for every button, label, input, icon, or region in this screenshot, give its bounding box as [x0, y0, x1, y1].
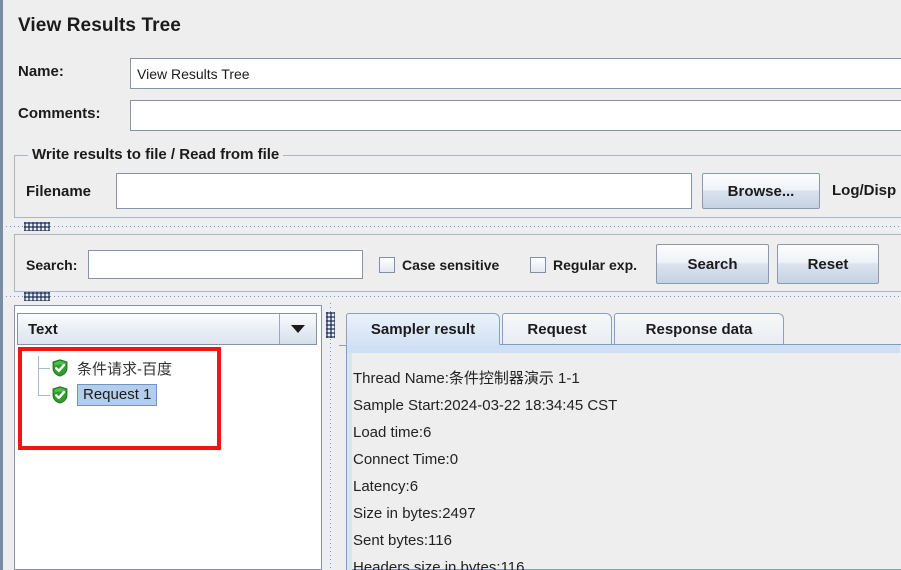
renderer-select[interactable]: Text: [17, 313, 317, 345]
name-input[interactable]: View Results Tree: [130, 58, 901, 89]
result-line: Latency:6: [353, 478, 419, 495]
result-line: Sample Start:2024-03-22 18:34:45 CST: [353, 397, 618, 414]
view-results-tree-panel: View Results Tree Name: View Results Tre…: [0, 0, 901, 570]
filename-label: Filename: [26, 183, 92, 200]
case-sensitive-checkbox[interactable]: Case sensitive: [379, 257, 499, 273]
regular-exp-label: Regular exp.: [553, 257, 638, 273]
tree-node-label-selected: Request 1: [77, 384, 158, 406]
split-divider-top[interactable]: [6, 222, 901, 231]
browse-button[interactable]: Browse...: [702, 173, 820, 209]
tab-response-data[interactable]: Response data: [614, 313, 784, 345]
comments-input[interactable]: [130, 100, 901, 131]
reset-button[interactable]: Reset: [777, 244, 879, 284]
result-line: Connect Time:0: [353, 451, 459, 468]
success-shield-icon: [50, 358, 70, 378]
split-divider-top-grip-icon[interactable]: [24, 222, 50, 231]
search-button[interactable]: Search: [656, 244, 769, 284]
window-left-border: [0, 0, 3, 570]
sampler-results-panel: Sampler result Request Response data Thr…: [339, 305, 901, 570]
sampler-result-content: Thread Name:条件控制器演示 1-1 Sample Start:202…: [353, 365, 893, 570]
tab-sampler-result[interactable]: Sampler result: [346, 313, 500, 345]
tree-connector-line: [38, 356, 50, 369]
case-sensitive-label: Case sensitive: [402, 257, 500, 273]
results-tab-strip: Sampler result Request Response data: [339, 313, 901, 346]
split-divider-middle[interactable]: [6, 292, 901, 301]
tree-node-row[interactable]: Request 1: [50, 382, 158, 408]
split-divider-vertical-grip-icon[interactable]: [326, 312, 335, 338]
search-input[interactable]: [88, 250, 363, 279]
split-divider-middle-grip-icon[interactable]: [24, 292, 50, 301]
name-input-value: View Results Tree: [137, 65, 250, 82]
name-label: Name:: [18, 63, 64, 80]
results-left-stripe: [347, 353, 352, 570]
success-shield-icon: [50, 385, 70, 405]
search-label: Search:: [26, 257, 78, 273]
result-line: Headers size in bytes:116: [353, 559, 525, 570]
filename-input[interactable]: [116, 173, 692, 209]
result-line: Sent bytes:116: [353, 532, 452, 549]
tree-node-row[interactable]: 条件请求-百度: [50, 355, 172, 381]
result-line: Thread Name:条件控制器演示 1-1: [353, 370, 580, 387]
tab-request[interactable]: Request: [502, 313, 612, 345]
chevron-down-icon[interactable]: [279, 314, 316, 344]
split-divider-vertical[interactable]: [326, 303, 335, 570]
write-results-group-title: Write results to file / Read from file: [28, 146, 284, 163]
checkbox-box-icon[interactable]: [379, 257, 395, 273]
log-display-label: Log/Disp: [832, 182, 897, 199]
result-line: Load time:6: [353, 424, 432, 441]
comments-label: Comments:: [18, 105, 101, 122]
results-accent-bar: [347, 345, 900, 353]
checkbox-box-icon[interactable]: [530, 257, 546, 273]
tree-node-label: 条件请求-百度: [77, 360, 172, 378]
page-title: View Results Tree: [18, 15, 181, 36]
result-line: Size in bytes:2497: [353, 505, 476, 522]
regular-exp-checkbox[interactable]: Regular exp.: [530, 257, 637, 273]
renderer-select-value: Text: [28, 320, 58, 338]
